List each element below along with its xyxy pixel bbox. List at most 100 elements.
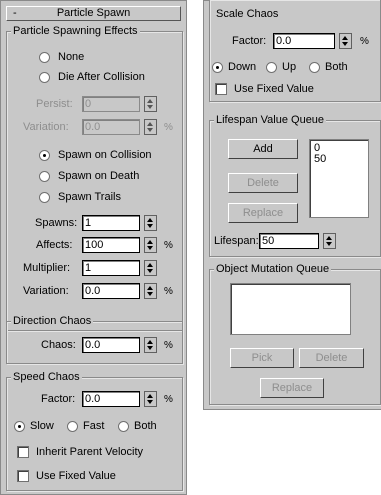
spawns-label: Spawns: [35, 217, 78, 229]
radio-fast[interactable] [67, 421, 78, 432]
radio-slow[interactable] [14, 421, 25, 432]
variation2-spinner[interactable] [144, 283, 157, 299]
rollout-title: Particle Spawn [56, 7, 131, 19]
spinner-up-icon [147, 340, 153, 344]
radio-up-label: Up [282, 61, 297, 73]
scale-factor-spinner[interactable] [339, 33, 352, 49]
group-label-object-mutation-queue: Object Mutation Queue [214, 262, 332, 276]
spinner-down-icon [326, 242, 332, 246]
lifespan-field[interactable]: 50 [259, 233, 319, 249]
spinner-up-icon [326, 236, 332, 240]
particle-spawn-rollout: - Particle Spawn Particle Spawning Effec… [0, 0, 187, 495]
add-button[interactable]: Add [228, 139, 298, 159]
checkbox-use-fixed-value-scale[interactable] [215, 83, 227, 95]
chaos-label: Chaos: [41, 339, 76, 351]
affects-label: Affects: [36, 239, 73, 251]
chaos-unit: % [164, 340, 173, 351]
delete-mutation-button[interactable]: Delete [299, 348, 364, 368]
radio-slow-label: Slow [30, 420, 54, 432]
scale-factor-unit: % [360, 36, 369, 47]
radio-up[interactable] [266, 62, 277, 73]
multiplier-label: Multiplier: [23, 262, 71, 274]
multiplier-spinner[interactable] [144, 260, 157, 276]
speed-factor-spinner[interactable] [144, 391, 157, 407]
checkbox-use-fixed-value-speed[interactable] [17, 470, 29, 482]
spinner-up-icon [147, 99, 153, 103]
radio-fast-label: Fast [83, 420, 105, 432]
group-label-lifespan-queue: Lifespan Value Queue [214, 113, 327, 127]
pick-button[interactable]: Pick [230, 348, 294, 368]
variation2-label: Variation: [23, 285, 69, 297]
spawns-field[interactable]: 1 [82, 215, 140, 231]
group-label-scale-chaos: Scale Chaos [214, 7, 281, 21]
spinner-down-icon [147, 292, 153, 296]
variation2-field[interactable]: 0.0 [82, 283, 140, 299]
replace-mutation-button[interactable]: Replace [260, 378, 324, 398]
variation-field[interactable]: 0.0 [82, 119, 140, 135]
affects-field[interactable]: 100 [82, 237, 140, 253]
group-label-spawning-effects: Particle Spawning Effects [11, 24, 140, 38]
persist-field[interactable]: 0 [82, 96, 140, 112]
spinner-up-icon [147, 218, 153, 222]
variation2-unit: % [164, 286, 173, 297]
spinner-down-icon [147, 246, 153, 250]
radio-none[interactable] [39, 52, 50, 63]
chaos-spinner[interactable] [144, 337, 157, 353]
radio-die-after-collision[interactable] [39, 72, 50, 83]
radio-both-speed[interactable] [118, 421, 129, 432]
lifespan-spinner[interactable] [323, 233, 336, 249]
spinner-up-icon [342, 36, 348, 40]
spawns-spinner[interactable] [144, 215, 157, 231]
affects-spinner[interactable] [144, 237, 157, 253]
persist-label: Persist: [36, 98, 73, 110]
group-label-speed-chaos: Speed Chaos [11, 370, 82, 384]
spinner-down-icon [147, 128, 153, 132]
affects-unit: % [164, 240, 173, 251]
scale-factor-field[interactable]: 0.0 [273, 33, 335, 49]
spinner-up-icon [147, 394, 153, 398]
radio-none-label: None [58, 51, 85, 63]
speed-factor-label: Factor: [41, 393, 76, 405]
replace-lifespan-button[interactable]: Replace [228, 203, 298, 223]
collapse-icon: - [13, 7, 17, 19]
chaos-queues-rollout: Scale Chaos Factor: 0.0 % Down Up Both U… [203, 0, 381, 410]
radio-both-scale[interactable] [309, 62, 320, 73]
lifespan-label: Lifespan: [214, 235, 259, 247]
list-item[interactable]: 50 [314, 154, 368, 165]
delete-lifespan-button[interactable]: Delete [228, 173, 298, 193]
radio-spawn-on-collision-label: Spawn on Collision [58, 149, 152, 161]
checkbox-fixed-scale-label: Use Fixed Value [234, 83, 314, 95]
checkbox-inherit-label: Inherit Parent Velocity [36, 446, 144, 458]
persist-spinner[interactable] [144, 96, 157, 112]
spinner-up-icon [147, 240, 153, 244]
spinner-down-icon [147, 269, 153, 273]
radio-spawn-on-collision[interactable] [39, 150, 50, 161]
variation-unit: % [164, 122, 173, 133]
radio-spawn-trails-label: Spawn Trails [58, 191, 121, 203]
radio-spawn-on-death-label: Spawn on Death [58, 170, 140, 182]
checkbox-inherit-parent-velocity[interactable] [17, 446, 29, 458]
variation-spinner[interactable] [144, 119, 157, 135]
radio-down[interactable] [212, 62, 223, 73]
radio-both-scale-label: Both [325, 61, 348, 73]
spinner-up-icon [147, 263, 153, 267]
speed-factor-field[interactable]: 0.0 [82, 391, 140, 407]
radio-spawn-on-death[interactable] [39, 171, 50, 182]
checkbox-fixed-speed-label: Use Fixed Value [36, 470, 116, 482]
lifespan-list[interactable]: 0 50 [309, 139, 369, 218]
radio-down-label: Down [228, 61, 257, 73]
group-label-direction-chaos: Direction Chaos [11, 314, 94, 328]
rollout-header-particle-spawn[interactable]: - Particle Spawn [6, 6, 181, 21]
radio-spawn-trails[interactable] [39, 192, 50, 203]
speed-factor-unit: % [164, 394, 173, 405]
spinner-down-icon [147, 400, 153, 404]
variation-label: Variation: [23, 121, 69, 133]
radio-die-after-collision-label: Die After Collision [58, 71, 145, 83]
spinner-down-icon [342, 42, 348, 46]
multiplier-field[interactable]: 1 [82, 260, 140, 276]
spinner-up-icon [147, 122, 153, 126]
mutation-list[interactable] [230, 283, 351, 335]
chaos-field[interactable]: 0.0 [82, 337, 140, 353]
spinner-down-icon [147, 105, 153, 109]
scale-factor-label: Factor: [232, 35, 267, 47]
